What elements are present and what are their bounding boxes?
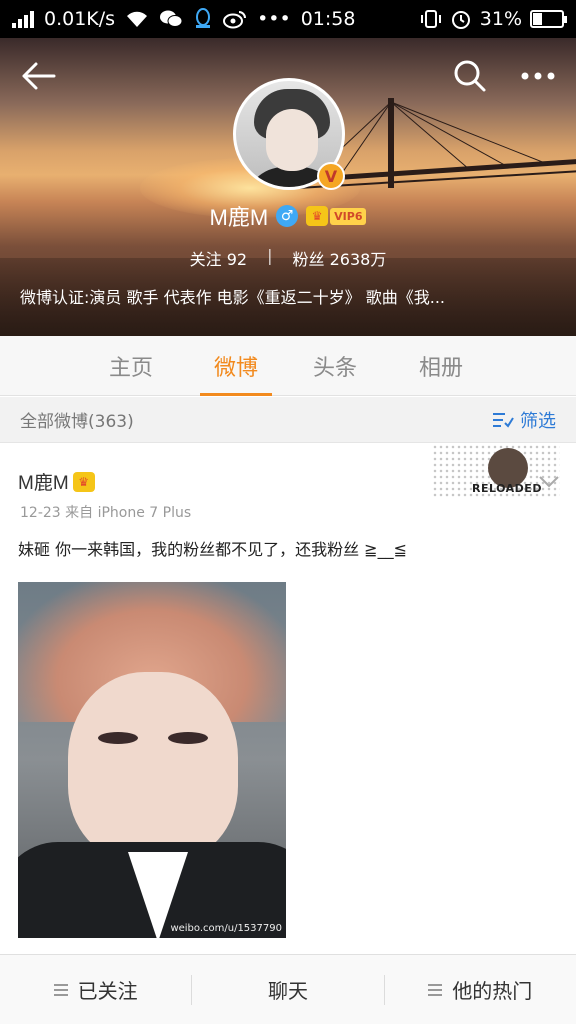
followed-label: 已关注 xyxy=(77,979,138,1003)
post-meta: 12-23 来自 iPhone 7 Plus xyxy=(20,505,192,521)
tab-headlines[interactable]: 头条 xyxy=(292,336,378,396)
clock-time: 01:58 xyxy=(300,8,356,30)
following-count[interactable]: 关注 92 xyxy=(190,246,247,270)
tab-home[interactable]: 主页 xyxy=(82,336,180,396)
back-button[interactable] xyxy=(18,58,58,94)
net-speed: 0.01K/s xyxy=(44,8,116,30)
tab-album[interactable]: 相册 xyxy=(398,336,484,396)
arrow-left-icon xyxy=(22,62,56,90)
vip-badge[interactable]: ♛ VIP6 xyxy=(306,206,367,226)
chat-button[interactable]: 聊天 xyxy=(192,955,383,1024)
verified-v-icon: V xyxy=(317,162,345,190)
stats-divider: | xyxy=(267,246,273,265)
filter-label: 筛选 xyxy=(520,410,556,432)
post-card[interactable]: M鹿M ♛ 12-23 来自 iPhone 7 Plus RELOADED 妹砸… xyxy=(0,444,576,952)
more-notifications-icon: ••• xyxy=(257,8,291,30)
filter-button[interactable]: 筛选 xyxy=(492,407,556,433)
male-gender-icon: ♂ xyxy=(276,205,299,227)
bottom-action-bar: 已关注 聊天 他的热门 xyxy=(0,954,576,1024)
qq-icon xyxy=(196,8,211,28)
vip-level: VIP6 xyxy=(330,207,367,225)
wifi-icon xyxy=(127,11,148,27)
battery-percent: 31% xyxy=(479,8,522,30)
search-icon xyxy=(454,60,486,92)
all-posts-count[interactable]: 全部微博(363) xyxy=(20,407,134,432)
profile-name: M鹿M xyxy=(209,205,269,230)
post-text: 妹砸 你一来韩国，我的粉丝都不见了，还我粉丝 ≧__≦ xyxy=(18,540,407,559)
profile-name-row: M鹿M ♂ ♛ VIP6 xyxy=(0,200,576,232)
profile-bio[interactable]: 微博认证:演员 歌手 代表作 电影《重返二十岁》 歌曲《我... xyxy=(20,284,560,308)
crown-icon: ♛ xyxy=(306,206,329,226)
signal-icon xyxy=(12,10,34,28)
menu-lines-icon xyxy=(53,983,68,996)
more-dots-icon xyxy=(521,72,555,80)
menu-lines-icon xyxy=(428,983,443,996)
wechat-icon xyxy=(160,10,183,27)
search-button[interactable] xyxy=(450,56,490,96)
post-author[interactable]: M鹿M ♛ xyxy=(18,468,95,495)
hot-posts-button[interactable]: 他的热门 xyxy=(385,955,576,1024)
chevron-down-icon[interactable] xyxy=(536,468,562,494)
battery-icon xyxy=(530,10,567,28)
hot-posts-label: 他的热门 xyxy=(452,979,533,1003)
filter-icon xyxy=(493,412,514,428)
profile-stats: 关注 92 | 粉丝 2638万 xyxy=(0,246,576,270)
alarm-icon xyxy=(451,11,470,29)
post-author-name: M鹿M xyxy=(18,473,69,494)
more-options-button[interactable] xyxy=(516,58,560,94)
image-watermark: weibo.com/u/1537790 xyxy=(170,923,282,934)
followed-button[interactable]: 已关注 xyxy=(0,955,191,1024)
tab-weibo[interactable]: 微博 xyxy=(200,336,272,396)
status-bar: 0.01K/s ••• 01:58 31% xyxy=(0,0,576,38)
fans-count[interactable]: 粉丝 2638万 xyxy=(293,246,387,270)
chat-label: 聊天 xyxy=(267,979,308,1003)
card-badge-text: RELOADED xyxy=(472,482,542,495)
crown-icon: ♛ xyxy=(72,471,95,492)
profile-tabs: 主页 微博 头条 相册 xyxy=(0,336,576,396)
post-image[interactable]: weibo.com/u/1537790 xyxy=(18,582,286,938)
profile-header: V M鹿M ♂ ♛ VIP6 关注 92 | 粉丝 2638万 微博认证:演员 … xyxy=(0,38,576,336)
vibrate-icon xyxy=(420,10,441,28)
filter-row: 全部微博(363) 筛选 xyxy=(0,397,576,443)
weibo-icon xyxy=(223,11,247,29)
